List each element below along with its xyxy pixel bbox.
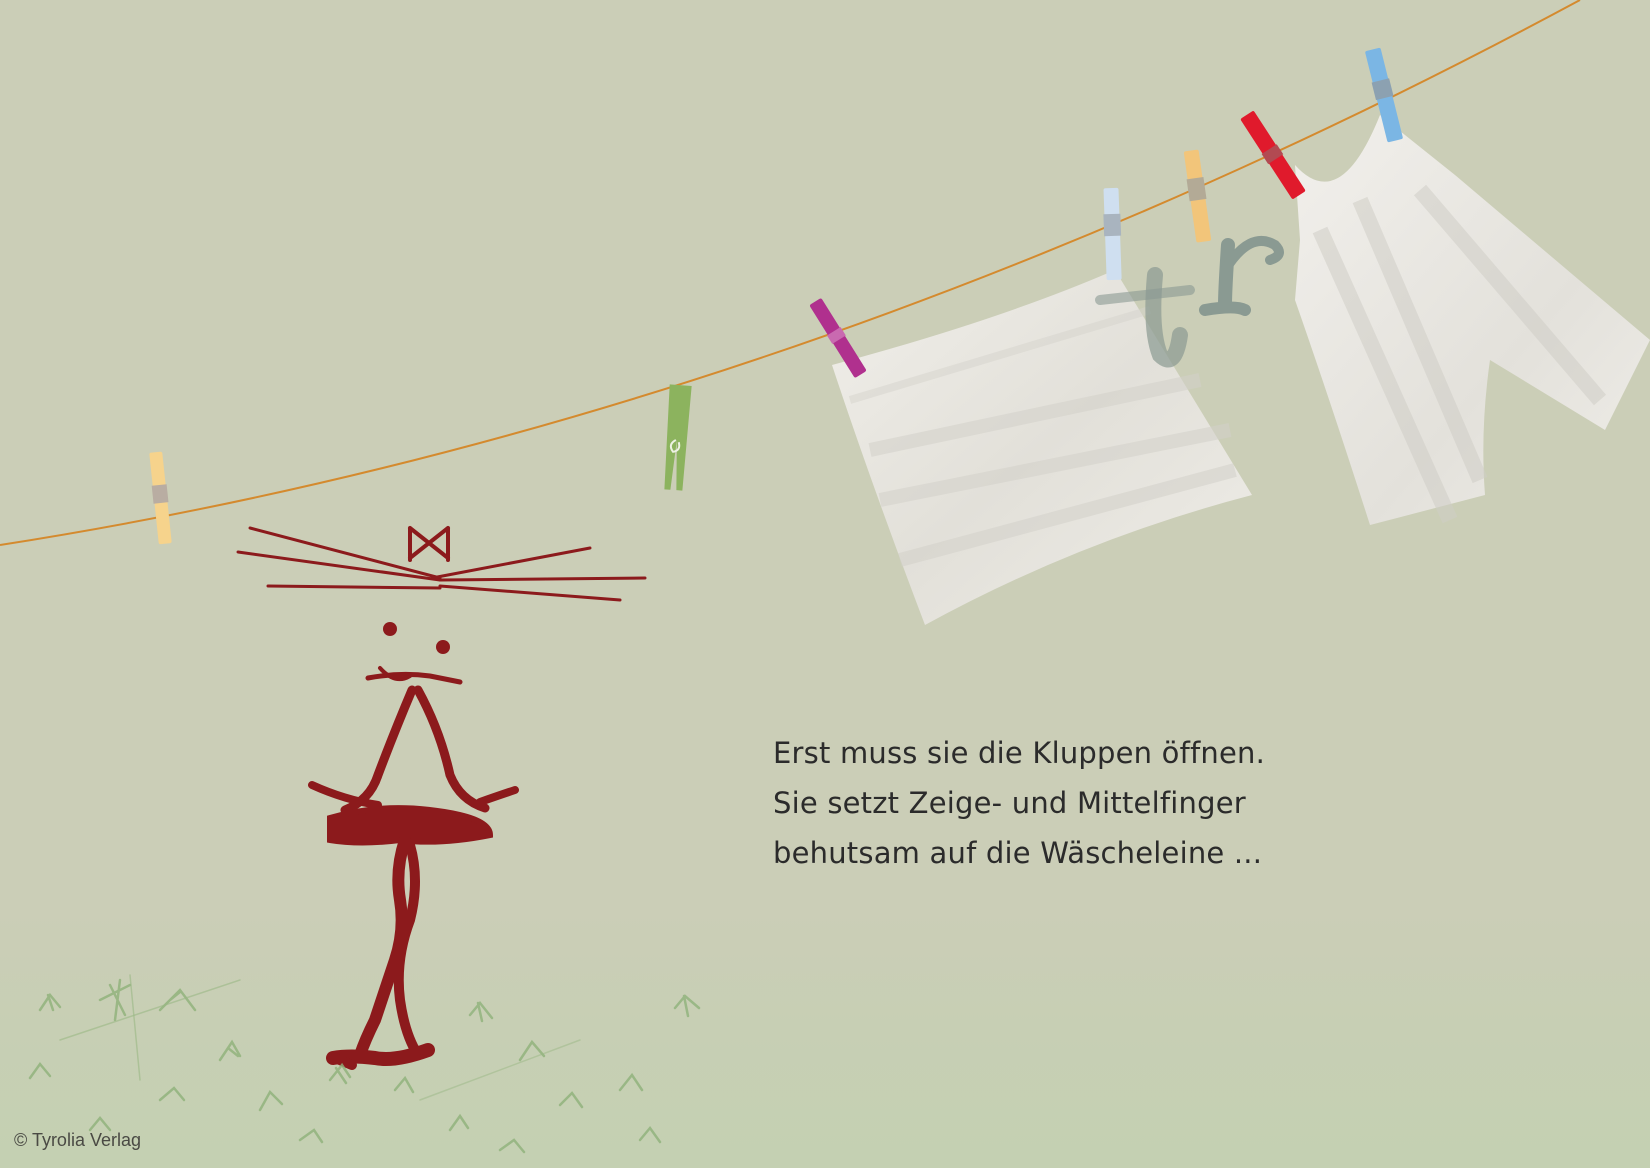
peg-orange (1183, 149, 1212, 243)
illustration (0, 0, 1650, 1154)
story-line-1: Erst muss sie die Kluppen öffnen. (773, 736, 1266, 770)
storybook-page: Erst muss sie die Kluppen öffnen. Sie se… (0, 0, 1650, 1168)
story-line-3: behutsam auf die Wäscheleine ... (773, 836, 1263, 870)
cat-figure (236, 526, 647, 1070)
story-text: Erst muss sie die Kluppen öffnen. Sie se… (773, 728, 1393, 878)
peg-green (664, 384, 692, 491)
cloth-shirt (1295, 115, 1650, 525)
copyright-notice: © Tyrolia Verlag (14, 1130, 141, 1150)
story-line-2: Sie setzt Zeige- und Mittelfinger (773, 786, 1246, 820)
peg-lightblue (1103, 187, 1122, 281)
cloth-square (832, 270, 1252, 625)
peg-red (1240, 111, 1306, 199)
peg-yellow (149, 451, 172, 545)
